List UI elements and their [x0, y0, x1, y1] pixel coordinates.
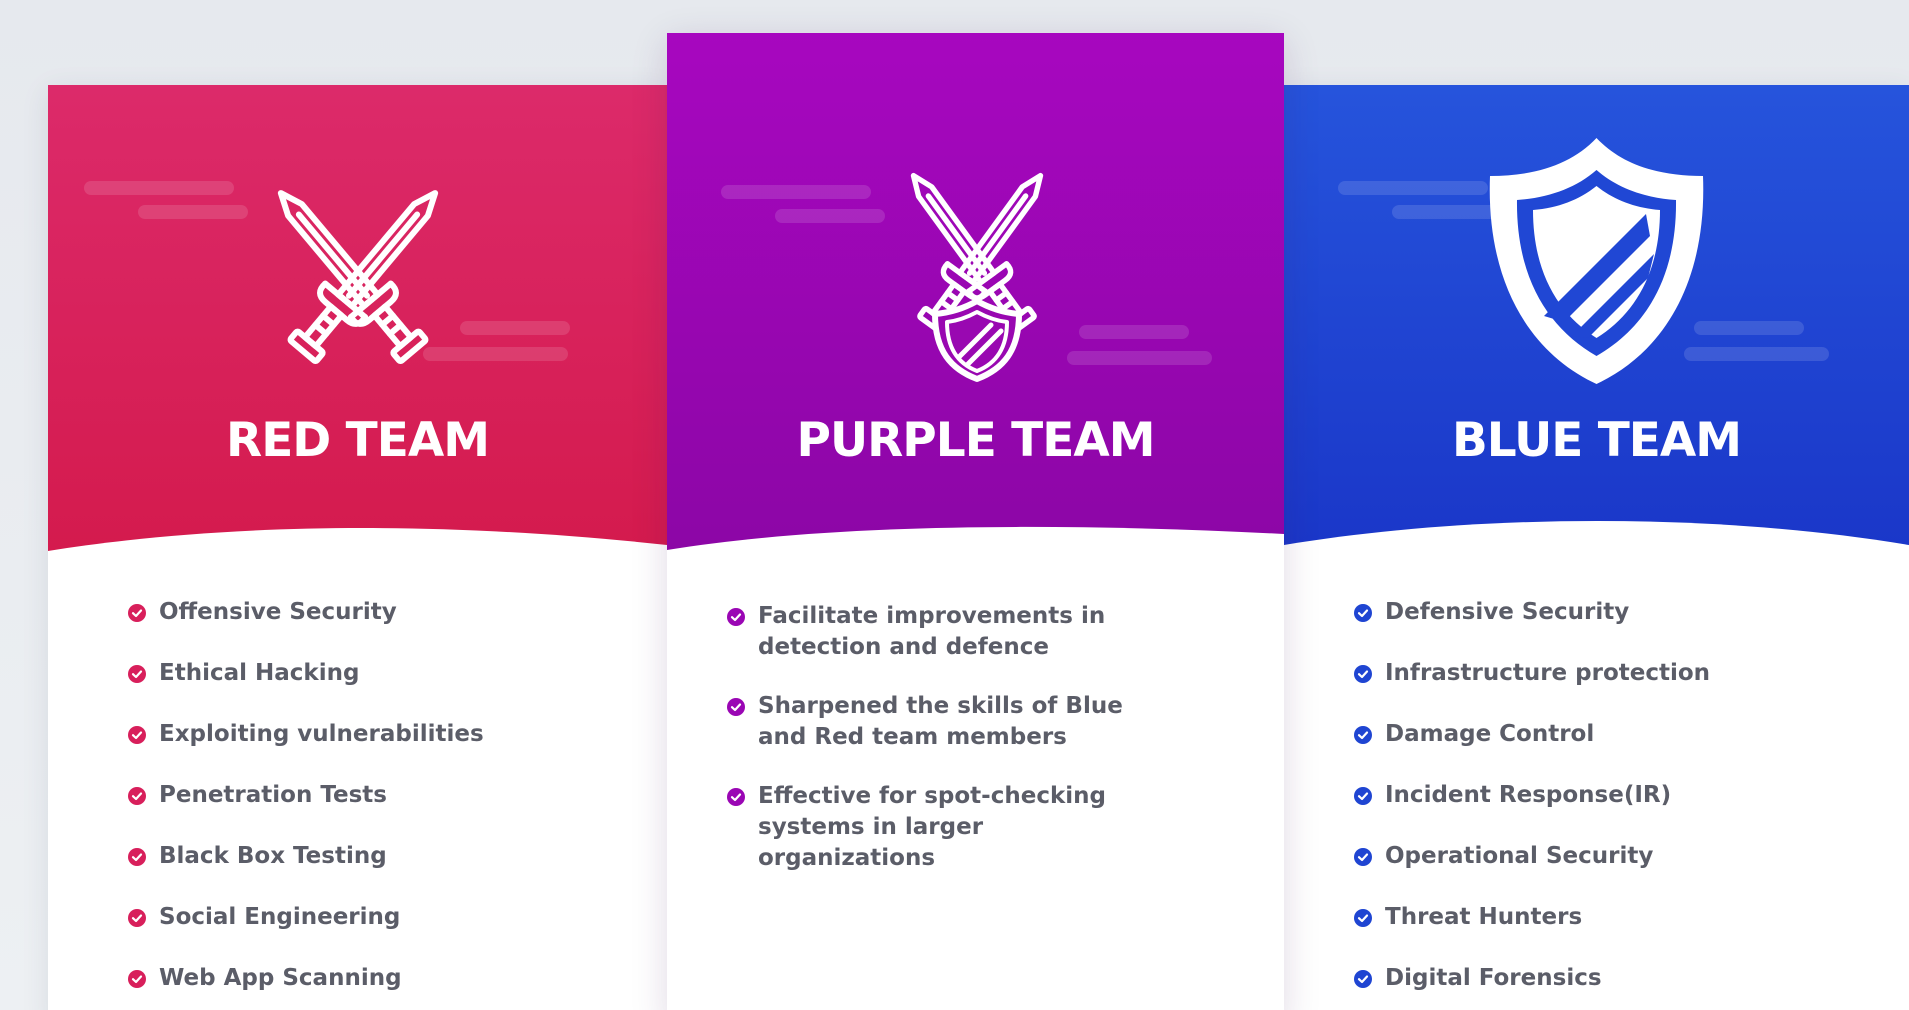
decorative-cloud: [84, 181, 234, 195]
list-item: Threat Hunters: [1354, 902, 1710, 933]
check-circle-icon: [128, 848, 146, 866]
check-circle-icon: [128, 787, 146, 805]
feature-label: Operational Security: [1385, 843, 1654, 869]
check-circle-icon: [128, 726, 146, 744]
feature-label: Effective for spot-checking systems in l…: [758, 783, 1106, 871]
feature-label: Threat Hunters: [1385, 904, 1583, 930]
blue-team-feature-list: Defensive Security Infrastructure protec…: [1354, 597, 1710, 1010]
team-comparison-stage: RED TEAM Offensive Security Ethical Hack…: [0, 0, 1909, 1010]
list-item: Digital Forensics: [1354, 963, 1710, 994]
header-wave-divider: [1284, 521, 1909, 560]
list-item: Exploiting vulnerabilities: [128, 719, 484, 750]
crossed-swords-icon: [238, 133, 478, 393]
feature-label: Infrastructure protection: [1385, 660, 1711, 686]
list-item: Damage Control: [1354, 719, 1710, 750]
blue-team-header: BLUE TEAM: [1284, 85, 1909, 560]
list-item: Ethical Hacking: [128, 658, 484, 689]
check-circle-icon: [1354, 848, 1372, 866]
feature-label: Sharpened the skills of Blue and Red tea…: [758, 693, 1123, 750]
list-item: Operational Security: [1354, 841, 1710, 872]
list-item: Web App Scanning: [128, 963, 484, 994]
check-circle-icon: [1354, 909, 1372, 927]
swords-and-shield-icon: [867, 113, 1087, 382]
purple-team-card: PURPLE TEAM Facilitate improvements in d…: [667, 33, 1284, 1010]
list-item: Facilitate improvements in detection and…: [727, 601, 1147, 663]
list-item: Social Engineering: [128, 902, 484, 933]
decorative-cloud: [1067, 351, 1212, 365]
check-circle-icon: [1354, 787, 1372, 805]
check-circle-icon: [727, 608, 745, 626]
decorative-cloud: [1694, 321, 1804, 335]
feature-label: Offensive Security: [159, 599, 397, 625]
decorative-cloud: [138, 205, 248, 219]
check-circle-icon: [128, 665, 146, 683]
team-title: RED TEAM: [226, 413, 490, 468]
decorative-cloud: [1079, 325, 1189, 339]
decorative-cloud: [1338, 181, 1488, 195]
team-title: BLUE TEAM: [1451, 413, 1742, 468]
purple-team-header: PURPLE TEAM: [667, 33, 1284, 553]
list-item: Offensive Security: [128, 597, 484, 628]
check-circle-icon: [128, 909, 146, 927]
list-item: Infrastructure protection: [1354, 658, 1710, 689]
team-title: PURPLE TEAM: [796, 413, 1156, 468]
list-item: Black Box Testing: [128, 841, 484, 872]
feature-label: Defensive Security: [1385, 599, 1630, 625]
list-item: Incident Response(IR): [1354, 780, 1710, 811]
check-circle-icon: [1354, 665, 1372, 683]
blue-team-card: BLUE TEAM Defensive Security Infrastruct…: [1284, 85, 1909, 1010]
list-item: Penetration Tests: [128, 780, 484, 811]
check-circle-icon: [128, 970, 146, 988]
header-wave-divider: [667, 526, 1284, 553]
check-circle-icon: [1354, 604, 1372, 622]
check-circle-icon: [727, 788, 745, 806]
feature-label: Digital Forensics: [1385, 965, 1602, 991]
shield-icon: [1489, 138, 1704, 384]
list-item: Defensive Security: [1354, 597, 1710, 628]
feature-label: Social Engineering: [159, 904, 401, 930]
decorative-cloud: [721, 185, 871, 199]
feature-label: Ethical Hacking: [159, 660, 360, 686]
list-item: Effective for spot-checking systems in l…: [727, 781, 1147, 874]
feature-label: Black Box Testing: [159, 843, 387, 869]
feature-label: Damage Control: [1385, 721, 1595, 747]
red-team-card: RED TEAM Offensive Security Ethical Hack…: [48, 85, 667, 1010]
feature-label: Exploiting vulnerabilities: [159, 721, 484, 747]
check-circle-icon: [128, 604, 146, 622]
check-circle-icon: [1354, 970, 1372, 988]
purple-team-feature-list: Facilitate improvements in detection and…: [727, 601, 1147, 902]
feature-label: Penetration Tests: [159, 782, 387, 808]
feature-label: Facilitate improvements in detection and…: [758, 603, 1106, 660]
feature-label: Incident Response(IR): [1385, 782, 1672, 808]
header-wave-divider: [48, 528, 667, 560]
feature-label: Web App Scanning: [159, 965, 402, 991]
check-circle-icon: [1354, 726, 1372, 744]
list-item: Sharpened the skills of Blue and Red tea…: [727, 691, 1147, 753]
red-team-header: RED TEAM: [48, 85, 667, 560]
red-team-feature-list: Offensive Security Ethical Hacking Explo…: [128, 597, 484, 1010]
check-circle-icon: [727, 698, 745, 716]
